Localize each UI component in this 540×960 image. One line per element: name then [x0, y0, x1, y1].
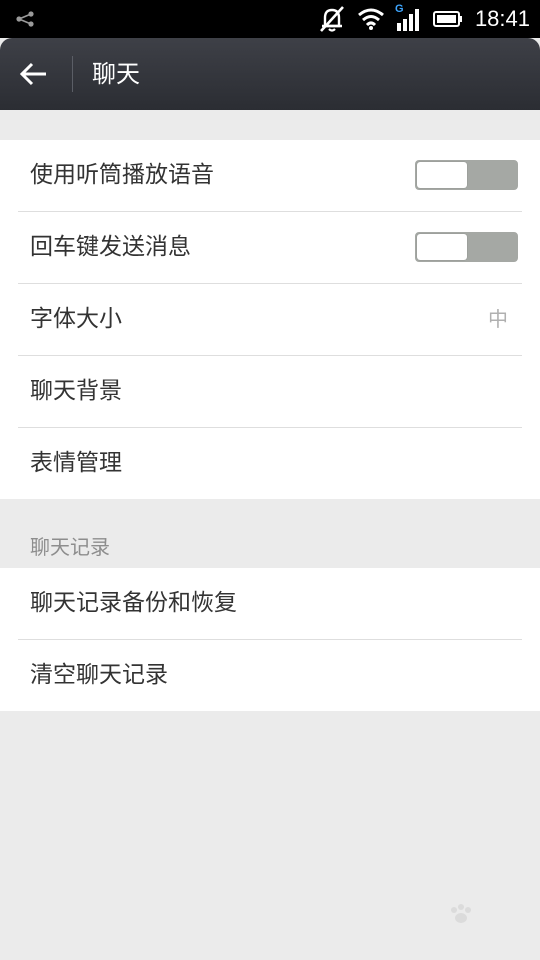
section-header-chat-history: 聊天记录 [30, 535, 110, 559]
signal-icon [396, 9, 419, 31]
appbar-divider [72, 56, 73, 92]
setting-chat-background[interactable]: 聊天背景 [18, 356, 522, 428]
battery-icon [432, 11, 462, 27]
setting-label: 聊天记录备份和恢复 [30, 590, 237, 616]
alarm-off-icon [319, 6, 344, 32]
setting-label: 字体大小 [30, 306, 122, 332]
setting-label: 回车键发送消息 [30, 234, 191, 260]
toggle-knob [417, 234, 467, 260]
setting-label: 使用听筒播放语音 [30, 162, 214, 188]
setting-backup-restore[interactable]: 聊天记录备份和恢复 [18, 568, 522, 640]
share-icon [16, 11, 34, 27]
setting-font-size[interactable]: 字体大小 中 [18, 284, 522, 356]
font-size-value: 中 [488, 307, 508, 331]
wifi-icon [357, 8, 384, 30]
setting-label: 表情管理 [30, 450, 122, 476]
earpiece-playback-toggle[interactable] [415, 160, 518, 190]
setting-earpiece-playback[interactable]: 使用听筒播放语音 [18, 140, 522, 212]
setting-sticker-management[interactable]: 表情管理 [18, 428, 522, 499]
page-title: 聊天 [92, 60, 140, 88]
setting-label: 聊天背景 [30, 378, 122, 404]
toggle-knob [417, 162, 467, 188]
chat-history-group: 聊天记录备份和恢复 清空聊天记录 [0, 568, 540, 711]
setting-label: 清空聊天记录 [30, 662, 168, 688]
status-time: 18:41 [474, 6, 530, 31]
app-bar: 聊天 [0, 38, 540, 110]
setting-enter-to-send[interactable]: 回车键发送消息 [18, 212, 522, 284]
chat-settings-group: 使用听筒播放语音 回车键发送消息 字体大小 中 聊天背景 表情管理 [0, 140, 540, 499]
watermark-logo [451, 904, 471, 923]
status-bar: G 18:41 [0, 0, 540, 38]
setting-clear-history[interactable]: 清空聊天记录 [18, 640, 522, 711]
signal-indicator: G [395, 3, 423, 33]
back-arrow-icon[interactable] [18, 59, 50, 89]
enter-to-send-toggle[interactable] [415, 232, 518, 262]
